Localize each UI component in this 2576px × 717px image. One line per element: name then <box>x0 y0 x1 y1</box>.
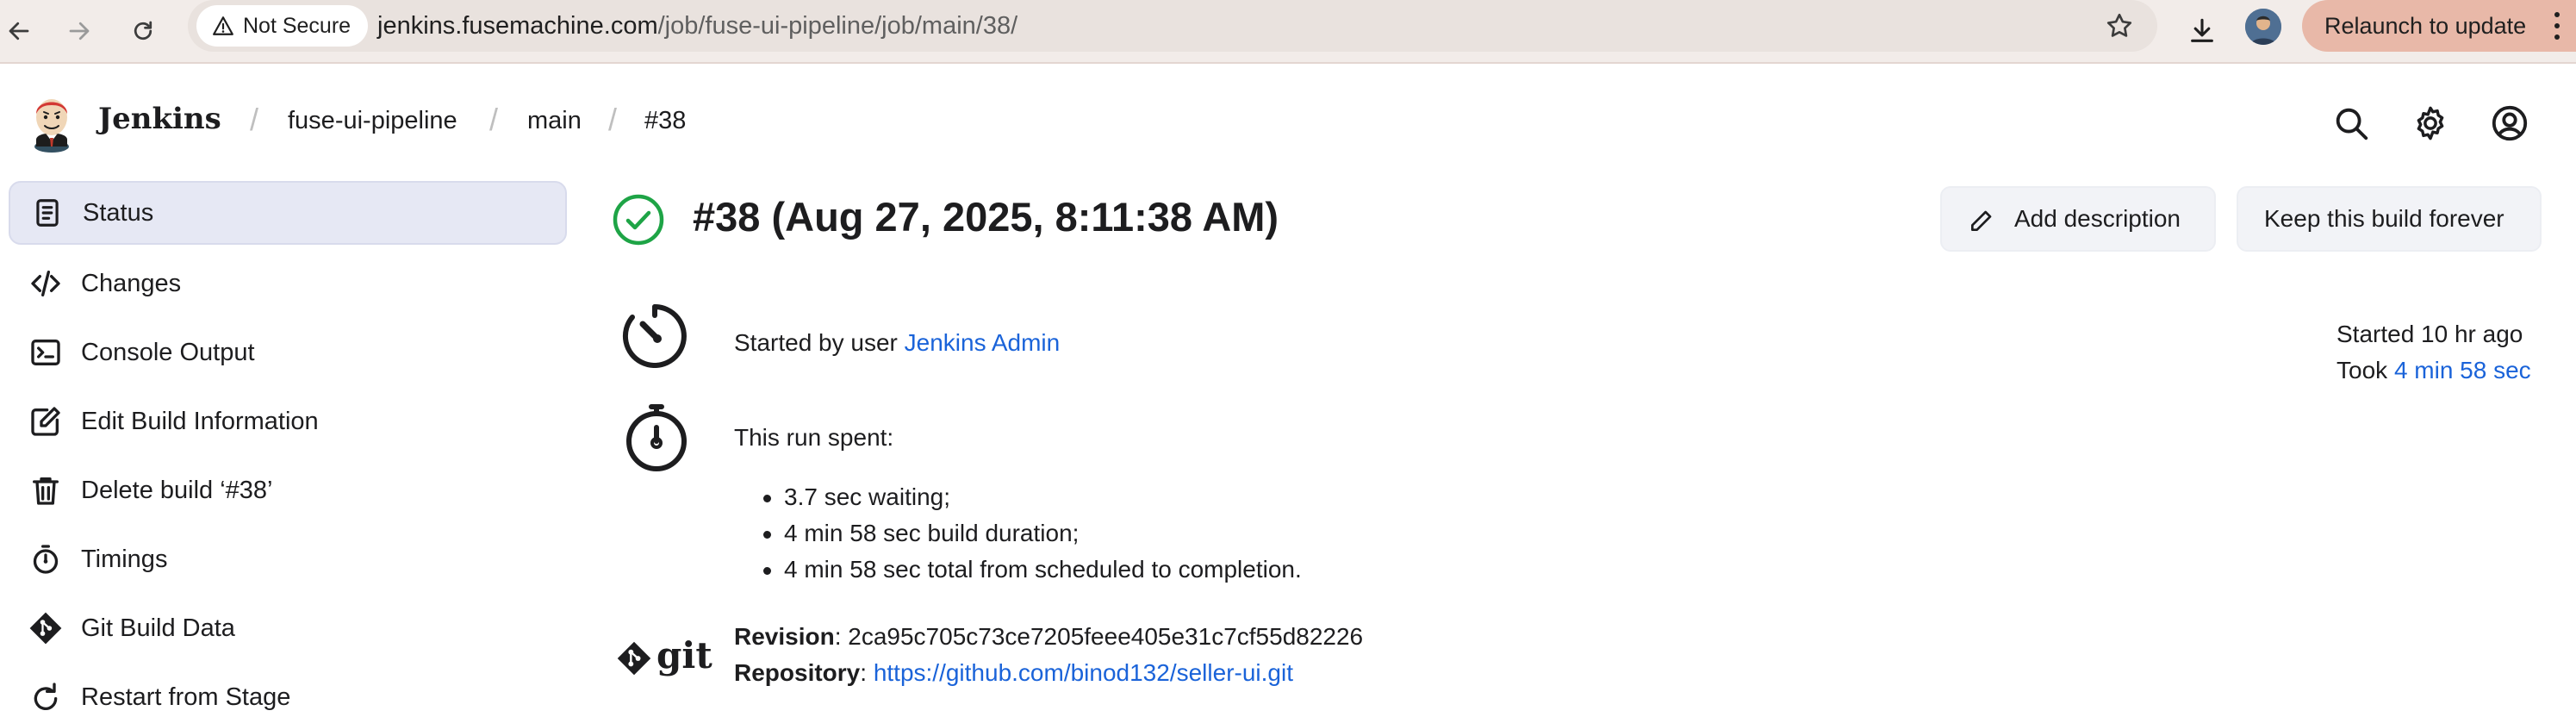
took-prefix: Took <box>2336 357 2394 383</box>
url-path: /job/fuse-ui-pipeline/job/main/38/ <box>657 12 1018 40</box>
timer-icon <box>622 304 687 368</box>
stopwatch-icon <box>626 404 687 471</box>
git-logo-icon <box>617 641 651 676</box>
trash-icon <box>28 472 64 508</box>
revision-value: : 2ca95c705c73ce7205feee405e31c7cf55d822… <box>834 623 1364 650</box>
sidebar-item-label: Changes <box>81 269 182 297</box>
breadcrumb-build-38[interactable]: #38 <box>644 107 686 135</box>
relaunch-label: Relaunch to update <box>2324 12 2527 39</box>
security-chip[interactable]: Not Secure <box>196 5 369 47</box>
sidebar-item-label: Git Build Data <box>81 614 235 642</box>
edit-icon <box>28 403 64 440</box>
sidebar-item-label: Edit Build Information <box>81 407 319 435</box>
started-by-prefix: Started by user <box>734 329 905 356</box>
git-icon <box>28 610 64 646</box>
restart-icon <box>28 679 64 715</box>
url-host: jenkins.fusemachine.com <box>377 12 658 40</box>
page-title: #38 (Aug 27, 2025, 8:11:38 AM) <box>693 194 1279 240</box>
sidebar-item-console-output[interactable]: Console Output <box>9 321 567 384</box>
list-item: 3.7 sec waiting; <box>763 483 950 510</box>
relaunch-button[interactable]: Relaunch to update <box>2302 0 2576 52</box>
pencil-icon <box>1971 210 1992 231</box>
started-by-text: Started by user Jenkins Admin <box>734 329 1060 357</box>
started-ago-text: Started 10 hr ago <box>2336 321 2523 347</box>
sidebar-item-git-build-data[interactable]: Git Build Data <box>9 596 567 660</box>
user-account-icon[interactable] <box>2490 103 2529 143</box>
download-icon <box>2191 18 2213 42</box>
sidebar-item-label: Delete build ‘#38’ <box>81 476 273 504</box>
jenkins-logo-icon[interactable] <box>26 91 78 153</box>
list-item: 4 min 58 sec build duration; <box>762 520 1080 546</box>
sidebar-item-edit-build-information[interactable]: Edit Build Information <box>9 390 567 453</box>
url-text[interactable]: jenkins.fusemachine.com/job/fuse-ui-pipe… <box>377 0 1017 52</box>
forward-button[interactable] <box>55 7 103 55</box>
git-logo-text: git <box>656 634 712 676</box>
sidebar-item-label: Console Output <box>81 338 255 366</box>
code-icon <box>28 265 64 302</box>
revision-label: Revision <box>734 623 835 650</box>
stopwatch-icon <box>28 541 64 577</box>
security-label: Not Secure <box>243 13 352 38</box>
gear-icon[interactable] <box>2411 103 2450 143</box>
keep-build-forever-button[interactable]: Keep this build forever <box>2237 186 2542 252</box>
repository-url-link[interactable]: https://github.com/binod132/seller-ui.gi… <box>874 659 1293 686</box>
back-arrow-icon <box>9 22 29 41</box>
repository-separator: : <box>860 659 874 686</box>
sidebar-item-label: Status <box>83 198 154 227</box>
download-button[interactable] <box>2178 7 2226 55</box>
browser-toolbar: Not Secure jenkins.fusemachine.com/job/f… <box>0 0 2576 64</box>
reload-icon <box>134 21 152 41</box>
warning-icon <box>213 16 233 35</box>
jenkins-brand[interactable]: Jenkins <box>98 102 221 136</box>
repository-label: Repository <box>734 659 861 686</box>
breadcrumb-separator: / <box>608 102 618 137</box>
address-bar[interactable]: Not Secure jenkins.fusemachine.com/job/f… <box>188 0 2157 52</box>
breadcrumb-main[interactable]: main <box>527 107 582 135</box>
status-icon <box>29 195 65 231</box>
breadcrumb-fuse-ui-pipeline[interactable]: fuse-ui-pipeline <box>288 107 457 135</box>
sidebar-item-delete-build[interactable]: Delete build ‘#38’ <box>9 458 567 522</box>
took-duration-link[interactable]: 4 min 58 sec <box>2394 357 2531 383</box>
list-item: 4 min 58 sec total from scheduled to com… <box>763 556 1302 583</box>
avatar-icon <box>2245 9 2281 45</box>
add-description-button[interactable]: Add description <box>1940 186 2216 252</box>
bookmark-star-icon[interactable] <box>2104 10 2135 41</box>
search-icon[interactable] <box>2331 103 2371 143</box>
keep-build-forever-label: Keep this build forever <box>2264 205 2504 232</box>
profile-avatar[interactable] <box>2245 9 2281 45</box>
sidebar-item-restart-from-stage[interactable]: Restart from Stage <box>9 665 567 717</box>
add-description-label: Add description <box>2014 205 2181 232</box>
sidebar-item-label: Timings <box>81 545 168 573</box>
back-button[interactable] <box>0 7 43 55</box>
took-text: Took 4 min 58 sec <box>2336 357 2531 384</box>
sidebar-item-changes[interactable]: Changes <box>9 252 567 315</box>
sidebar-item-timings[interactable]: Timings <box>9 527 567 591</box>
kebab-menu-icon[interactable] <box>2554 12 2560 40</box>
terminal-icon <box>28 334 64 371</box>
revision-text: Revision: 2ca95c705c73ce7205feee405e31c7… <box>734 623 1363 651</box>
run-spent-label: This run spent: <box>734 424 894 451</box>
sidebar-item-label: Restart from Stage <box>81 683 291 711</box>
sidebar-item-status[interactable]: Status <box>9 181 567 245</box>
repository-text: Repository: https://github.com/binod132/… <box>734 659 1293 687</box>
breadcrumb-separator: / <box>489 102 499 137</box>
forward-arrow-icon <box>69 22 90 41</box>
breadcrumb-separator: / <box>250 102 259 137</box>
started-by-user-link[interactable]: Jenkins Admin <box>905 329 1061 356</box>
reload-button[interactable] <box>119 7 167 55</box>
success-status-icon <box>613 194 664 246</box>
jenkins-header: Jenkins / fuse-ui-pipeline / main / #38 <box>0 65 2576 181</box>
